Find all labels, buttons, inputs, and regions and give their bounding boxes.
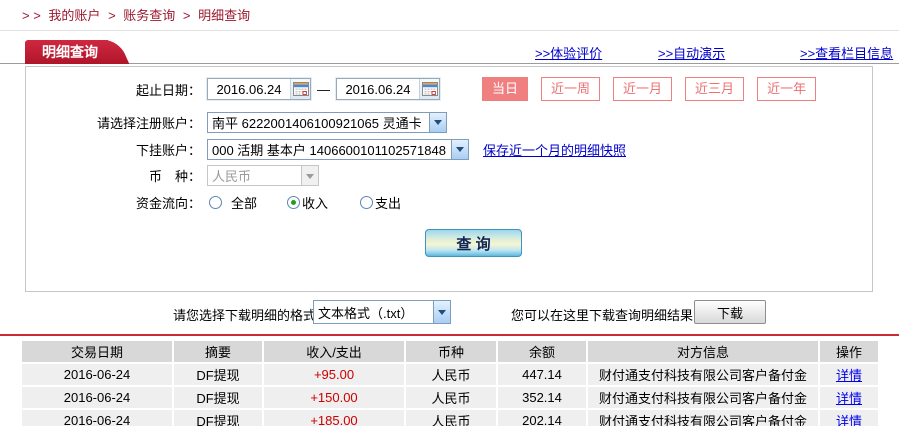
radio-icon[interactable]: [360, 195, 374, 209]
radio-icon[interactable]: [209, 195, 222, 209]
breadcrumb: > > 我的账户 > 账务查询 > 明细查询: [0, 0, 899, 31]
cell-currency: 人民币: [406, 364, 496, 385]
cell-counterparty: 财付通支付科技有限公司客户备付金: [588, 364, 818, 385]
save-snapshot-link[interactable]: 保存近一个月的明细快照: [483, 140, 626, 159]
flow-option-expense[interactable]: 支出: [360, 193, 401, 212]
cell-summary: DF提现: [174, 364, 262, 385]
date-separator: —: [317, 81, 330, 97]
table-row: 2016-06-24 DF提现 +150.00 人民币 352.14 财付通支付…: [22, 387, 878, 408]
chevron-down-icon: [451, 139, 468, 159]
col-amount: 收入/支出: [264, 341, 404, 362]
link-experience-rating[interactable]: >>体验评价: [535, 43, 602, 62]
detail-link[interactable]: 详情: [836, 368, 862, 383]
flow-option-income-label: 收入: [302, 195, 329, 211]
download-format-select[interactable]: 文本格式（.txt）: [313, 300, 451, 324]
flow-option-expense-label: 支出: [375, 195, 402, 211]
table-row: 2016-06-24 DF提现 +185.00 人民币 202.14 财付通支付…: [22, 410, 878, 426]
fund-flow-label: 资金流向：: [135, 195, 201, 211]
detail-link[interactable]: 详情: [836, 391, 862, 406]
calendar-icon[interactable]: [290, 79, 310, 99]
download-format-label: 请您选择下载明细的格式: [173, 308, 317, 323]
cell-balance: 447.14: [498, 364, 586, 385]
sub-account-value: 000 活期 基本户 1406600101102571848: [212, 142, 446, 158]
flow-option-all[interactable]: 全部: [209, 193, 257, 212]
cell-amount: +185.00: [264, 410, 404, 426]
download-row: 请您选择下载明细的格式 文本格式（.txt） 您可以在这里下载查询明细结果 下载: [0, 299, 899, 326]
col-date: 交易日期: [22, 341, 172, 362]
currency-row: 币 种： 人民币: [26, 165, 872, 186]
transaction-table: 交易日期 摘要 收入/支出 币种 余额 对方信息 操作 2016-06-24 D…: [20, 339, 880, 426]
tab-detail-query[interactable]: 明细查询: [25, 40, 108, 64]
date-to-input[interactable]: 2016.06.24: [336, 78, 440, 100]
currency-value: 人民币: [212, 169, 252, 184]
cell-amount: +150.00: [264, 387, 404, 408]
chevron-down-icon: [433, 301, 450, 323]
radio-checked-icon[interactable]: [287, 195, 301, 209]
download-button[interactable]: 下载: [694, 300, 766, 324]
chevron-down-icon: [429, 112, 446, 132]
cell-summary: DF提现: [174, 410, 262, 426]
breadcrumb-arrows: > >: [22, 8, 41, 23]
cell-counterparty: 财付通支付科技有限公司客户备付金: [588, 387, 818, 408]
range-last-week-button[interactable]: 近一周: [541, 77, 601, 101]
link-auto-demo[interactable]: >>自动演示: [658, 43, 725, 62]
query-form: 起止日期： 2016.06.24 — 2016.06.24 当日 近一周 近一月…: [25, 66, 873, 292]
registered-account-row: 请选择注册账户： 南平 6222001406100921065 灵通卡: [26, 111, 872, 133]
sub-account-select[interactable]: 000 活期 基本户 1406600101102571848: [207, 138, 469, 160]
section-header: 明细查询 >>体验评价 >>自动演示 >>查看栏目信息: [0, 39, 899, 64]
col-counterparty: 对方信息: [588, 341, 818, 362]
currency-label: 币 种：: [148, 169, 201, 184]
cell-currency: 人民币: [406, 387, 496, 408]
range-last-year-button[interactable]: 近一年: [757, 77, 817, 101]
breadcrumb-my-account[interactable]: 我的账户: [48, 8, 100, 23]
breadcrumb-detail-query[interactable]: 明细查询: [198, 8, 250, 23]
cell-summary: DF提现: [174, 387, 262, 408]
detail-link[interactable]: 详情: [836, 414, 862, 426]
detail-query-page: > > 我的账户 > 账务查询 > 明细查询 明细查询 >>体验评价 >>自动演…: [0, 0, 899, 426]
range-last-month-button[interactable]: 近一月: [613, 77, 673, 101]
flow-option-all-label: 全部: [231, 195, 258, 211]
cell-date: 2016-06-24: [22, 387, 172, 408]
col-balance: 余额: [498, 341, 586, 362]
col-currency: 币种: [406, 341, 496, 362]
link-column-info[interactable]: >>查看栏目信息: [800, 43, 893, 62]
cell-counterparty: 财付通支付科技有限公司客户备付金: [588, 410, 818, 426]
chevron-down-icon: [301, 166, 318, 185]
col-summary: 摘要: [174, 341, 262, 362]
sub-account-row: 下挂账户： 000 活期 基本户 1406600101102571848 保存近…: [26, 138, 872, 160]
registered-account-value: 南平 6222001406100921065 灵通卡: [212, 115, 422, 131]
registered-account-select[interactable]: 南平 6222001406100921065 灵通卡: [207, 111, 447, 133]
cell-date: 2016-06-24: [22, 364, 172, 385]
tab-label: 明细查询: [42, 44, 98, 60]
download-format-value: 文本格式（.txt）: [318, 305, 414, 321]
sub-account-label: 下挂账户：: [135, 142, 201, 158]
breadcrumb-separator: >: [108, 8, 116, 23]
date-to-value: 2016.06.24: [345, 81, 411, 97]
cell-amount: +95.00: [264, 364, 404, 385]
fund-flow-row: 资金流向： 全部 收入 支出: [26, 193, 872, 211]
flow-option-income[interactable]: 收入: [287, 193, 328, 212]
col-action: 操作: [820, 341, 878, 362]
download-result-label: 您可以在这里下载查询明细结果: [511, 308, 694, 323]
cell-balance: 202.14: [498, 410, 586, 426]
currency-select: 人民币: [207, 165, 319, 186]
red-divider: [0, 334, 899, 336]
breadcrumb-separator: >: [182, 8, 191, 23]
range-last-3-months-button[interactable]: 近三月: [685, 77, 745, 101]
registered-account-label: 请选择注册账户：: [96, 115, 201, 131]
date-from-input[interactable]: 2016.06.24: [207, 78, 311, 100]
range-today-button[interactable]: 当日: [482, 77, 529, 101]
date-from-value: 2016.06.24: [216, 81, 282, 97]
date-range-label: 起止日期：: [135, 82, 201, 98]
query-button[interactable]: 查 询: [425, 229, 522, 257]
cell-balance: 352.14: [498, 387, 586, 408]
query-button-row: 查 询: [26, 229, 872, 257]
breadcrumb-account-query[interactable]: 账务查询: [123, 8, 175, 23]
cell-currency: 人民币: [406, 410, 496, 426]
calendar-icon[interactable]: [419, 79, 439, 99]
table-header-row: 交易日期 摘要 收入/支出 币种 余额 对方信息 操作: [22, 341, 878, 362]
cell-date: 2016-06-24: [22, 410, 172, 426]
date-range-row: 起止日期： 2016.06.24 — 2016.06.24 当日 近一周 近一月…: [26, 77, 872, 101]
table-row: 2016-06-24 DF提现 +95.00 人民币 447.14 财付通支付科…: [22, 364, 878, 385]
